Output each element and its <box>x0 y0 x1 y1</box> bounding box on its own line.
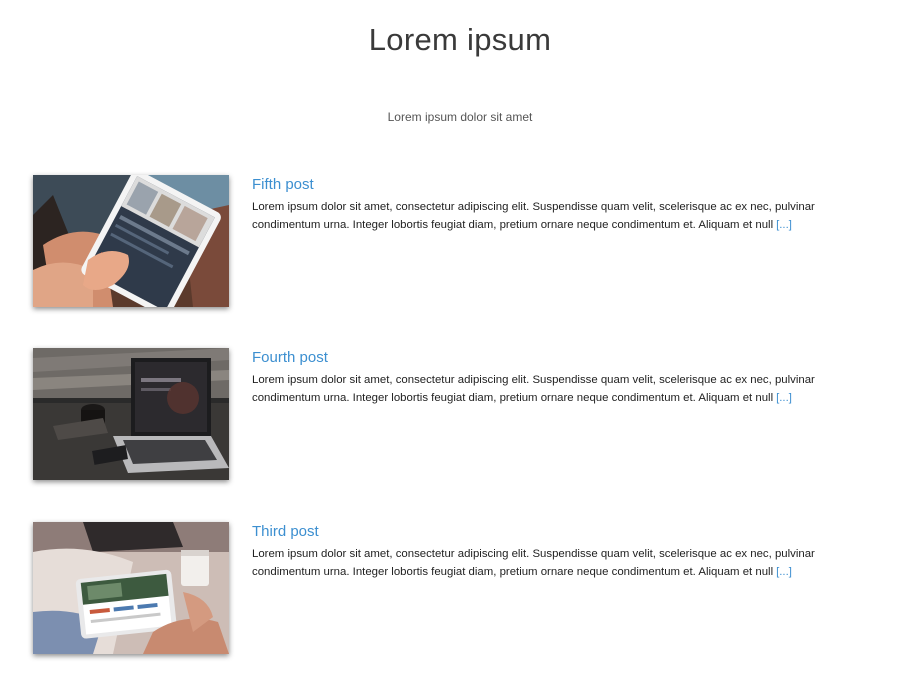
post-excerpt: Lorem ipsum dolor sit amet, consectetur … <box>252 545 882 581</box>
laptop-on-desk-photo <box>33 348 229 480</box>
post-title-link[interactable]: Third post <box>252 523 319 540</box>
post-excerpt-text: Lorem ipsum dolor sit amet, consectetur … <box>252 201 815 231</box>
page-title: Lorem ipsum <box>368 22 552 57</box>
post-item: Fourth post Lorem ipsum dolor sit amet, … <box>33 348 873 480</box>
post-thumbnail[interactable] <box>33 175 229 307</box>
post-title-link[interactable]: Fourth post <box>252 349 328 366</box>
read-more-link[interactable]: [...] <box>776 566 792 578</box>
post-body: Third post Lorem ipsum dolor sit amet, c… <box>252 523 882 581</box>
post-body: Fifth post Lorem ipsum dolor sit amet, c… <box>252 176 882 234</box>
tablet-in-hands-photo <box>33 175 229 307</box>
post-thumbnail[interactable] <box>33 348 229 480</box>
page-subtitle: Lorem ipsum dolor sit amet <box>387 110 533 124</box>
tablet-with-coffee-photo <box>33 522 229 654</box>
post-excerpt: Lorem ipsum dolor sit amet, consectetur … <box>252 198 882 234</box>
post-title-link[interactable]: Fifth post <box>252 176 314 193</box>
read-more-link[interactable]: [...] <box>776 392 792 404</box>
post-item: Fifth post Lorem ipsum dolor sit amet, c… <box>33 175 873 307</box>
post-excerpt-text: Lorem ipsum dolor sit amet, consectetur … <box>252 374 815 404</box>
post-item: Third post Lorem ipsum dolor sit amet, c… <box>33 522 873 654</box>
post-excerpt: Lorem ipsum dolor sit amet, consectetur … <box>252 371 882 407</box>
post-thumbnail[interactable] <box>33 522 229 654</box>
post-excerpt-text: Lorem ipsum dolor sit amet, consectetur … <box>252 548 815 578</box>
read-more-link[interactable]: [...] <box>776 219 792 231</box>
post-body: Fourth post Lorem ipsum dolor sit amet, … <box>252 349 882 407</box>
